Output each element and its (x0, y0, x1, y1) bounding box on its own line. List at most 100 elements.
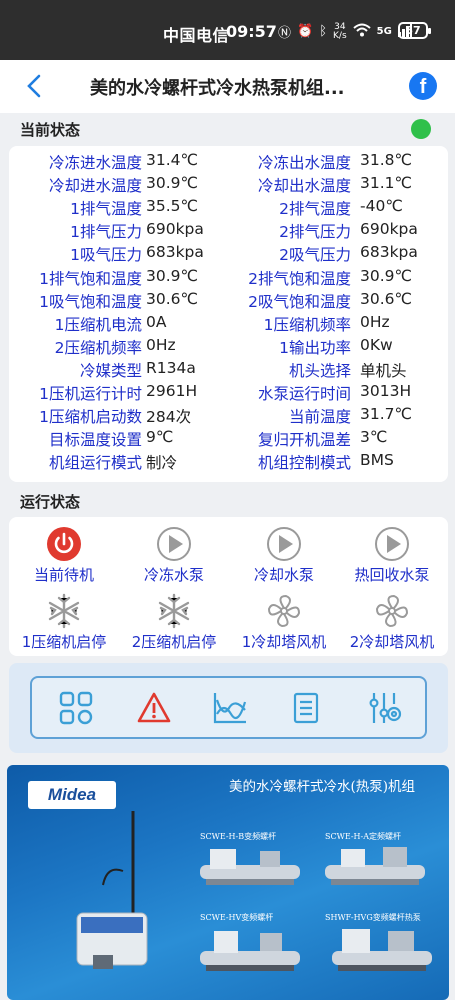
param-value: 单机头 (360, 361, 407, 380)
current-status-heading: 当前状态 (20, 121, 81, 139)
param-value: 690kpa (146, 220, 204, 239)
param-label: 目标温度设置 (48, 431, 142, 450)
online-status-indicator (411, 119, 431, 139)
run-status-panel: 当前待机 冷冻水泵 冷却水泵 热回收水泵 1压缩机启停 2压缩机启停 1冷却塔风机 2冷却塔风… (9, 517, 448, 656)
net-speed: 34 K/s (333, 21, 347, 41)
run-status-item[interactable]: 冷冻水泵 (119, 526, 229, 585)
param-value: 690kpa (360, 220, 418, 239)
fan-icon (375, 594, 409, 628)
run-status-label: 冷却水泵 (253, 566, 314, 584)
status-row: 1压机运行计时 2961H 水泵运行时间 3013H (9, 382, 448, 405)
param-value: 683kpa (146, 243, 204, 262)
param-label: 2吸气压力 (279, 246, 351, 265)
param-label: 1压缩机电流 (54, 315, 142, 334)
status-row: 1压缩机电流 0A 1压缩机频率 0Hz (9, 313, 448, 336)
facebook-share-button[interactable]: f (409, 72, 437, 100)
nfc-icon: Ⓝ (278, 26, 292, 41)
trend-chart-button[interactable] (212, 690, 248, 726)
status-row: 冷却进水温度 30.9℃ 冷却出水温度 31.1℃ (9, 174, 448, 197)
status-row: 1排气温度 35.5℃ 2排气温度 -40℃ (9, 197, 448, 220)
chevron-left-icon (27, 74, 41, 98)
back-button[interactable] (22, 72, 48, 100)
function-toolbar (30, 676, 427, 739)
status-row: 1排气饱和温度 30.9℃ 2排气饱和温度 30.9℃ (9, 267, 448, 290)
run-status-item[interactable]: 当前待机 (9, 526, 119, 585)
run-status-label: 1压缩机启停 (21, 633, 107, 651)
run-status-item[interactable]: 1冷却塔风机 (229, 593, 339, 652)
gateway-device-image (76, 811, 148, 969)
param-label: 1排气饱和温度 (39, 269, 142, 288)
alarm-warning-icon (137, 692, 171, 723)
param-label: 1吸气压力 (70, 246, 142, 265)
param-value: BMS (360, 451, 394, 470)
play-icon (267, 527, 301, 561)
param-label: 2排气温度 (279, 200, 351, 219)
model-label: SCWE-H-B变频螺杆 (200, 832, 277, 841)
param-label: 机头选择 (288, 361, 351, 380)
clock: 09:57 (226, 22, 277, 41)
alarm-button[interactable] (136, 690, 172, 726)
run-status-item[interactable]: 2压缩机启停 (119, 593, 229, 652)
param-value: 31.4℃ (146, 151, 198, 169)
carrier-name: 中国电信 (163, 26, 230, 45)
param-label: 冷却出水温度 (257, 177, 351, 196)
param-label: 1输出功率 (279, 338, 351, 357)
param-label: 复归开机温差 (257, 431, 351, 450)
fan-icon (267, 594, 301, 628)
chiller-image (332, 929, 432, 971)
param-label: 2压缩机频率 (54, 338, 142, 357)
param-label: 1排气压力 (70, 223, 142, 242)
run-status-label: 2冷却塔风机 (349, 633, 435, 651)
param-value: 31.1℃ (360, 174, 412, 193)
status-row: 2压缩机频率 0Hz 1输出功率 0Kw (9, 336, 448, 359)
alarm-icon: ⏰ (297, 24, 314, 39)
system-status-bar: 中国电信 09:57 Ⓝ ⏰ ᛒ 34 K/s 5G 57 (0, 0, 455, 60)
param-value: 35.5℃ (146, 197, 198, 216)
app-header: 美的水冷螺杆式冷水热泵机组... f (0, 60, 455, 113)
param-value: 0Hz (146, 335, 176, 354)
run-status-item[interactable]: 冷却水泵 (229, 526, 339, 585)
model-label: SCWE-HV变频螺杆 (200, 913, 274, 922)
product-banner: Midea 美的水冷螺杆式冷水(热泵)机组 SCWE-H-B变频螺杆 SCWE-… (7, 765, 449, 1000)
param-value: 30.9℃ (360, 266, 412, 285)
run-status-heading: 运行状态 (20, 493, 81, 511)
param-label: 机组控制模式 (257, 454, 351, 473)
param-label: 2吸气饱和温度 (248, 292, 351, 311)
run-status-item[interactable]: 2冷却塔风机 (337, 593, 447, 652)
param-value: 31.7℃ (360, 405, 412, 424)
banner-title: 美的水冷螺杆式冷水(热泵)机组 (229, 779, 416, 795)
function-toolbar-panel (9, 663, 448, 753)
status-row: 目标温度设置 9℃ 复归开机温差 3℃ (9, 428, 448, 451)
facebook-icon: f (419, 76, 427, 98)
grid-menu-button[interactable] (58, 690, 94, 726)
param-label: 冷冻进水温度 (48, 154, 142, 172)
chiller-image (200, 849, 300, 885)
chiller-image (200, 931, 300, 971)
bluetooth-icon: ᛒ (319, 24, 328, 39)
snowflake-icon (48, 593, 80, 629)
records-button[interactable] (288, 690, 324, 726)
param-value: 284次 (146, 408, 192, 427)
param-value: 0A (146, 312, 167, 331)
param-value: -40℃ (360, 197, 403, 216)
trend-chart-icon (213, 693, 247, 724)
model-label: SCWE-H-A定频螺杆 (325, 832, 401, 841)
param-value: 683kpa (360, 243, 418, 262)
status-row: 冷媒类型 R134a 机头选择 单机头 (9, 359, 448, 382)
status-row: 1排气压力 690kpa 2排气压力 690kpa (9, 220, 448, 243)
param-value: 0Hz (360, 312, 390, 331)
param-label: 2排气饱和温度 (248, 269, 351, 288)
power-icon (47, 527, 81, 561)
run-status-label: 2压缩机启停 (131, 633, 217, 651)
run-status-item[interactable]: 热回收水泵 (337, 526, 447, 585)
settings-button[interactable] (366, 690, 402, 726)
param-value: 9℃ (146, 428, 174, 447)
page-title: 美的水冷螺杆式冷水热泵机组... (90, 78, 345, 99)
run-status-item[interactable]: 1压缩机启停 (9, 593, 119, 652)
param-value: 30.6℃ (146, 289, 198, 308)
play-icon (157, 527, 191, 561)
param-value: R134a (146, 358, 196, 377)
param-label: 当前温度 (288, 408, 351, 427)
param-value: 0Kw (360, 335, 393, 354)
param-value: 3℃ (360, 428, 388, 447)
